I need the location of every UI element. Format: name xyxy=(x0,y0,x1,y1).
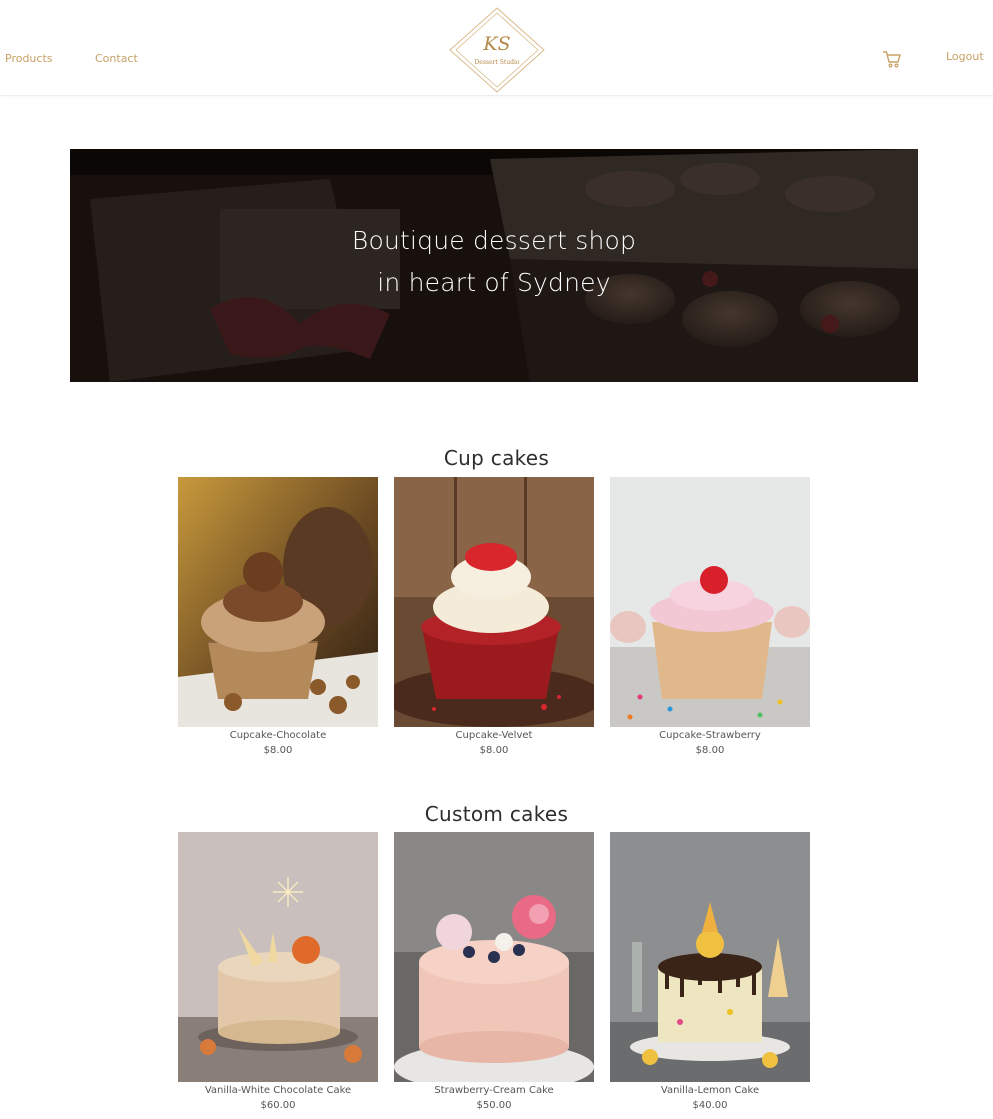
hero-line-2: in heart of Sydney xyxy=(377,267,611,297)
product-card[interactable]: Strawberry-Cream Cake $50.00 xyxy=(394,832,594,1114)
product-image[interactable] xyxy=(394,477,594,727)
section-title-custom-cakes: Custom cakes xyxy=(424,802,569,826)
hero-line-1: Boutique dessert shop xyxy=(351,225,637,255)
shopping-cart-icon[interactable] xyxy=(882,50,902,68)
product-image[interactable] xyxy=(178,832,378,1082)
product-name[interactable]: Cupcake-Velvet xyxy=(394,729,594,743)
product-name[interactable]: Vanilla-White Chocolate Cake xyxy=(178,1084,378,1098)
product-image[interactable] xyxy=(178,477,378,727)
product-name[interactable]: Vanilla-Lemon Cake xyxy=(610,1084,810,1098)
product-card[interactable]: Cupcake-Strawberry $8.00 xyxy=(610,477,810,759)
product-price: $8.00 xyxy=(695,745,725,756)
brand-logo[interactable]: KS Dessert Studio xyxy=(448,6,546,94)
logo-initials: KS xyxy=(483,33,511,55)
hero-banner: Boutique dessert shop in heart of Sydney xyxy=(70,149,918,382)
product-card[interactable]: Vanilla-Lemon Cake $40.00 xyxy=(610,832,810,1114)
product-image[interactable] xyxy=(394,832,594,1082)
hero-heading: Boutique dessert shop in heart of Sydney xyxy=(70,149,918,382)
site-header: Products Contact KS Dessert Studio Logou… xyxy=(0,0,993,96)
product-name[interactable]: Cupcake-Strawberry xyxy=(610,729,810,743)
product-image[interactable] xyxy=(610,477,810,727)
product-image[interactable] xyxy=(610,832,810,1082)
product-name[interactable]: Strawberry-Cream Cake xyxy=(394,1084,594,1098)
product-name[interactable]: Cupcake-Chocolate xyxy=(178,729,378,743)
product-price: $8.00 xyxy=(479,745,509,756)
logo-subtitle: Dessert Studio xyxy=(474,59,520,66)
section-title-cupcakes: Cup cakes xyxy=(443,446,550,470)
product-card[interactable]: Vanilla-White Chocolate Cake $60.00 xyxy=(178,832,378,1114)
nav-products-link[interactable]: Products xyxy=(5,52,53,65)
product-price: $50.00 xyxy=(476,1100,512,1111)
product-price: $40.00 xyxy=(692,1100,728,1111)
product-card[interactable]: Cupcake-Velvet $8.00 xyxy=(394,477,594,759)
product-price: $60.00 xyxy=(260,1100,296,1111)
nav-contact-link[interactable]: Contact xyxy=(95,52,138,65)
logout-link[interactable]: Logout xyxy=(946,50,984,63)
product-price: $8.00 xyxy=(263,745,293,756)
product-card[interactable]: Cupcake-Chocolate $8.00 xyxy=(178,477,378,759)
